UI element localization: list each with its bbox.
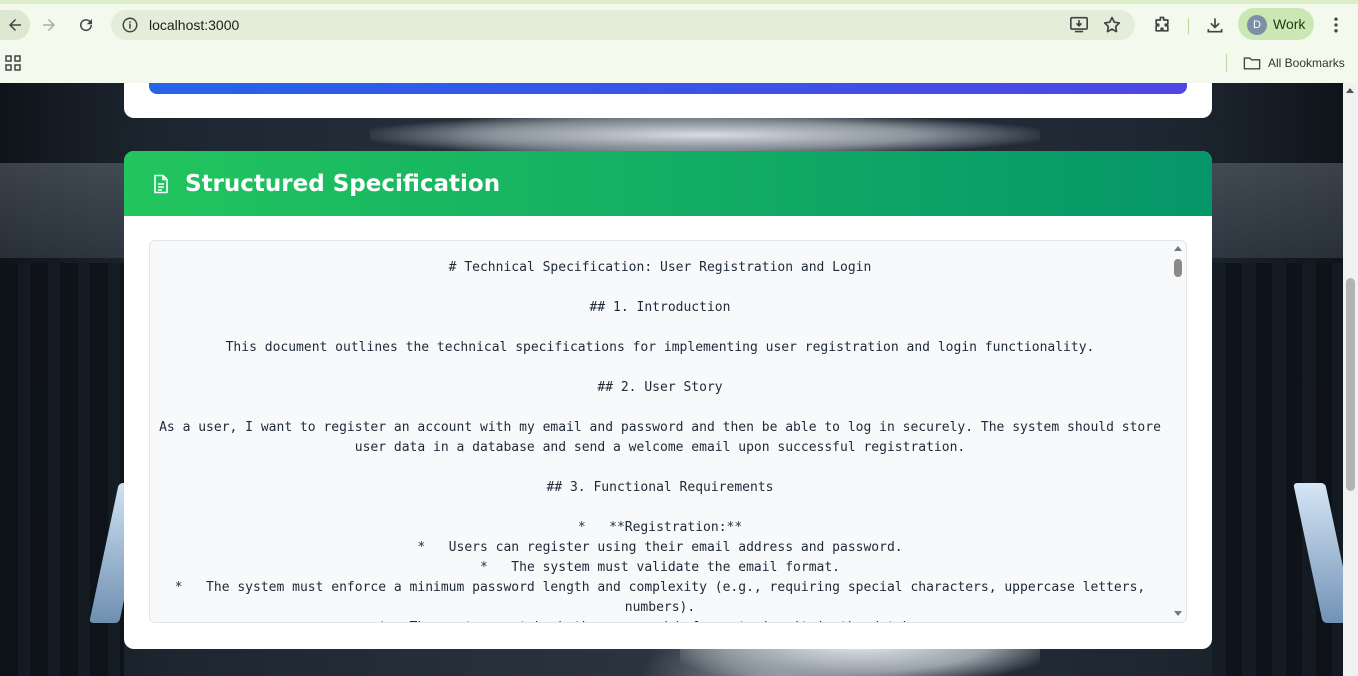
page-viewport: Structured Specification # Technical Spe… xyxy=(0,83,1343,676)
reload-button[interactable] xyxy=(71,10,101,40)
document-icon xyxy=(154,174,168,194)
profile-button[interactable]: D Work xyxy=(1238,8,1314,40)
spec-line: * The system must hash the password befo… xyxy=(150,618,1170,622)
spec-line: ## 1. Introduction xyxy=(589,300,731,315)
spec-line: * **Registration:** xyxy=(577,520,743,535)
specification-textarea[interactable]: # Technical Specification: User Registra… xyxy=(149,240,1187,623)
spec-line: * The system must validate the email for… xyxy=(479,560,841,575)
star-icon[interactable] xyxy=(1102,15,1122,35)
browser-chrome: localhost:3000 D Work All Bookmarks xyxy=(0,0,1358,83)
textarea-scrollbar[interactable] xyxy=(1170,241,1186,622)
page-title: Structured Specification xyxy=(185,171,501,197)
bookmarks-divider xyxy=(1226,54,1227,72)
specification-header: Structured Specification xyxy=(124,151,1212,216)
arrow-left-icon xyxy=(9,19,21,31)
scroll-down-arrow-icon[interactable] xyxy=(1174,611,1182,616)
forward-button[interactable] xyxy=(34,10,64,40)
more-menu-icon[interactable] xyxy=(1326,15,1346,35)
install-app-icon[interactable] xyxy=(1069,16,1089,34)
back-button[interactable] xyxy=(0,10,30,40)
apps-grid-icon[interactable] xyxy=(5,55,21,71)
address-bar[interactable]: localhost:3000 xyxy=(111,10,1135,40)
previous-card xyxy=(124,83,1212,118)
page-scroll-thumb[interactable] xyxy=(1346,278,1355,491)
folder-icon xyxy=(1243,57,1261,70)
info-icon[interactable] xyxy=(121,16,139,34)
profile-label: Work xyxy=(1273,16,1306,32)
page-scroll-up-arrow-icon[interactable] xyxy=(1346,88,1354,93)
spec-line: ## 2. User Story xyxy=(597,380,723,395)
toolbar-divider xyxy=(1188,18,1189,34)
page-scrollbar[interactable] xyxy=(1343,83,1358,676)
reload-icon xyxy=(80,19,93,32)
all-bookmarks-label: All Bookmarks xyxy=(1268,56,1345,70)
spec-line: ## 3. Functional Requirements xyxy=(546,480,774,495)
spec-line: # Technical Specification: User Registra… xyxy=(448,260,872,275)
arrow-right-icon xyxy=(43,19,55,31)
spec-line: This document outlines the technical spe… xyxy=(225,340,1095,355)
scroll-up-arrow-icon[interactable] xyxy=(1174,246,1182,251)
scroll-thumb[interactable] xyxy=(1174,259,1182,277)
bookmarks-bar: All Bookmarks xyxy=(0,46,1358,83)
action-button[interactable] xyxy=(149,83,1187,94)
spec-line: * The system must enforce a minimum pass… xyxy=(174,580,1154,615)
all-bookmarks-button[interactable]: All Bookmarks xyxy=(1243,53,1345,73)
spec-line: * Users can register using their email a… xyxy=(417,540,903,555)
specification-card: Structured Specification # Technical Spe… xyxy=(124,151,1212,649)
avatar: D xyxy=(1247,15,1267,35)
extensions-icon[interactable] xyxy=(1152,15,1172,35)
spec-line: As a user, I want to register an account… xyxy=(159,420,1169,455)
background-robot-image xyxy=(370,115,1040,155)
browser-toolbar: localhost:3000 D Work xyxy=(0,4,1358,46)
download-icon[interactable] xyxy=(1205,15,1225,35)
url-text[interactable]: localhost:3000 xyxy=(149,17,239,33)
specification-text: # Technical Specification: User Registra… xyxy=(150,258,1170,622)
